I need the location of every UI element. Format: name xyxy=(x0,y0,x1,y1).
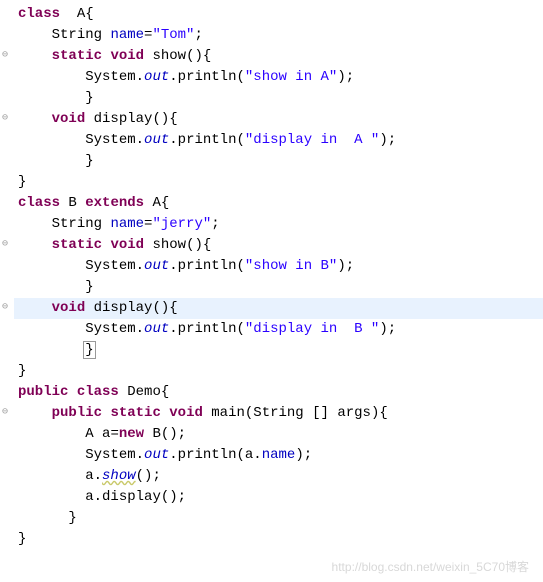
code-line: System.out.println(a.name); xyxy=(14,445,543,466)
code-line: a.show(); xyxy=(14,466,543,487)
code-editor: ⊖ ⊖ ⊖ ⊖ ⊖ class A{ String name="Tom"; st… xyxy=(0,0,543,554)
fold-icon[interactable]: ⊖ xyxy=(2,405,8,420)
code-line: } xyxy=(14,151,543,172)
fold-icon[interactable]: ⊖ xyxy=(2,237,8,252)
code-line: } xyxy=(14,529,543,550)
code-line: System.out.println("display in B "); xyxy=(14,319,543,340)
code-line: void display(){ xyxy=(14,109,543,130)
code-line: A a=new B(); xyxy=(14,424,543,445)
code-line: System.out.println("show in B"); xyxy=(14,256,543,277)
code-line: } xyxy=(14,172,543,193)
code-line-active: void display(){ xyxy=(14,298,543,319)
code-line: static void show(){ xyxy=(14,235,543,256)
code-line: } xyxy=(14,508,543,529)
watermark-text: http://blog.csdn.net/weixin_5C70博客 xyxy=(332,558,529,576)
fold-icon[interactable]: ⊖ xyxy=(2,111,8,126)
fold-icon[interactable]: ⊖ xyxy=(2,300,8,315)
code-line: class B extends A{ xyxy=(14,193,543,214)
code-line: } xyxy=(14,88,543,109)
code-line: System.out.println("display in A "); xyxy=(14,130,543,151)
code-line: String name="Tom"; xyxy=(14,25,543,46)
code-line: } xyxy=(14,340,543,361)
code-line: class A{ xyxy=(14,4,543,25)
code-line: static void show(){ xyxy=(14,46,543,67)
fold-icon[interactable]: ⊖ xyxy=(2,48,8,63)
code-line: public class Demo{ xyxy=(14,382,543,403)
code-line: } xyxy=(14,361,543,382)
code-area[interactable]: class A{ String name="Tom"; static void … xyxy=(14,4,543,550)
code-line: System.out.println("show in A"); xyxy=(14,67,543,88)
code-line: } xyxy=(14,277,543,298)
code-line: public static void main(String [] args){ xyxy=(14,403,543,424)
code-line: a.display(); xyxy=(14,487,543,508)
code-line: String name="jerry"; xyxy=(14,214,543,235)
